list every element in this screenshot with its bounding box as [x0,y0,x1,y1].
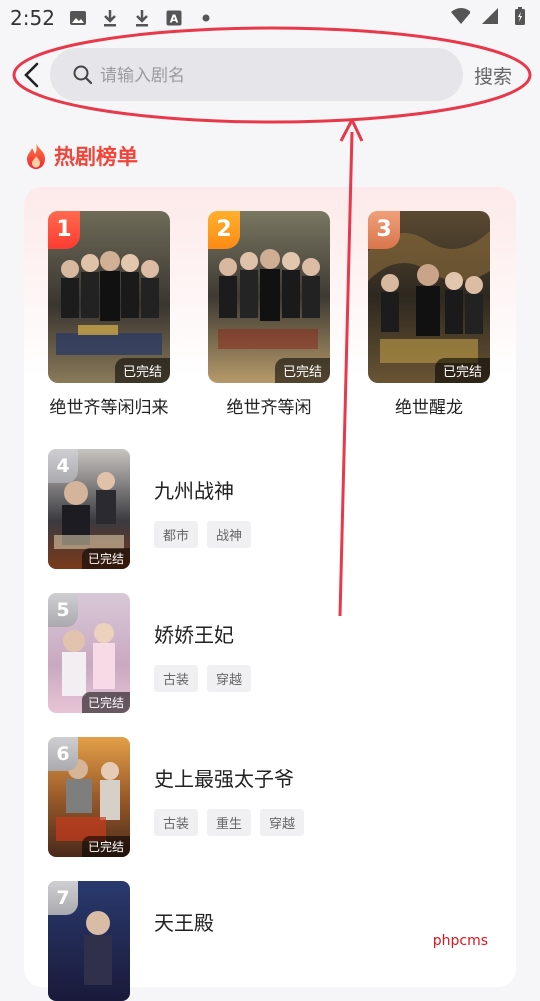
download-icon [132,8,152,28]
genre-tag: 古装 [154,665,199,692]
rank-badge: 6 [48,737,78,771]
status-badge: 已完结 [81,692,130,713]
drama-poster[interactable]: 6 已完结 [48,737,130,857]
ranking-panel: 1 已完结 绝世齐等闲归来 2 已完结 绝世齐等闲 3 已完结 绝世醒龙 4 已… [24,187,516,1001]
genre-tag: 重生 [207,809,252,836]
drama-title: 绝世齐等闲归来 [49,398,169,418]
search-icon [73,65,93,85]
status-time: 2:52 [10,6,55,30]
wifi-icon [450,6,470,26]
rank-badge: 7 [48,881,78,915]
status-bar: 2:52 A [0,0,540,36]
rank-badge: 2 [208,211,240,249]
drama-title: 绝世齐等闲 [226,398,312,418]
genre-tag: 穿越 [260,809,305,836]
flame-icon [27,143,45,169]
drama-poster[interactable]: 2 已完结 [208,211,330,383]
chevron-left-icon [24,62,39,88]
search-input[interactable] [98,58,442,93]
list-item[interactable]: 7 天王殿 [48,881,488,1001]
drama-title: 天王殿 [154,911,214,935]
download-icon [100,8,120,28]
status-badge: 已完结 [114,358,170,383]
rank-badge: 3 [368,211,400,249]
drama-title: 娇娇王妃 [154,623,234,647]
drama-poster[interactable]: 3 已完结 [368,211,490,383]
top-drama-card-1[interactable]: 1 已完结 绝世齐等闲归来 [48,211,170,418]
tag-list: 古装 穿越 [154,665,252,692]
status-badge: 已完结 [81,836,130,857]
status-badge: 已完结 [81,548,130,569]
drama-title: 绝世醒龙 [395,398,463,418]
genre-tag: 穿越 [207,665,252,692]
status-badge: 已完结 [434,358,490,383]
list-item[interactable]: 4 已完结 九州战神 都市 战神 [48,449,488,569]
rank-badge: 4 [48,449,78,483]
search-box[interactable] [50,48,463,101]
genre-tag: 战神 [207,521,252,548]
drama-title: 九州战神 [154,479,234,503]
section-title: 热剧榜单 [54,145,138,169]
svg-text:A: A [170,13,179,26]
rank-badge: 1 [48,211,80,249]
top-drama-card-2[interactable]: 2 已完结 绝世齐等闲 [208,211,330,418]
drama-title: 史上最强太子爷 [154,767,294,791]
tag-list: 都市 战神 [154,521,252,548]
drama-poster[interactable]: 1 已完结 [48,211,170,383]
drama-poster[interactable]: 5 已完结 [48,593,130,713]
section-header: 热剧榜单 [24,141,138,171]
genre-tag: 都市 [154,521,199,548]
signal-icon [480,6,500,26]
genre-tag: 古装 [154,809,199,836]
watermark: phpcms [432,933,488,949]
dot-icon [196,8,216,28]
drama-poster[interactable]: 4 已完结 [48,449,130,569]
image-icon [68,8,88,28]
top-drama-card-3[interactable]: 3 已完结 绝世醒龙 [368,211,490,418]
back-button[interactable] [18,60,48,90]
search-button[interactable]: 搜索 [474,62,512,89]
status-badge: 已完结 [274,358,330,383]
arrow-head-icon [339,118,364,142]
tag-list: 古装 重生 穿越 [154,809,305,836]
battery-icon [510,6,530,26]
rank-badge: 5 [48,593,78,627]
list-item[interactable]: 5 已完结 娇娇王妃 古装 穿越 [48,593,488,713]
drama-poster[interactable]: 7 [48,881,130,1001]
list-item[interactable]: 6 已完结 史上最强太子爷 古装 重生 穿越 [48,737,488,857]
font-icon: A [164,8,184,28]
